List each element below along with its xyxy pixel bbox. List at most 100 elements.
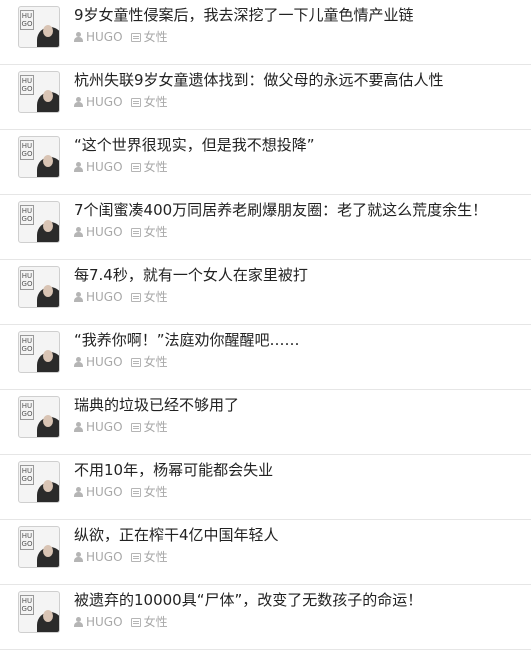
hugo-logo: HUGO [20, 595, 34, 615]
avatar: HUGO [18, 71, 60, 113]
author-name[interactable]: HUGO [86, 549, 123, 565]
author-name[interactable]: HUGO [86, 94, 123, 110]
avatar: HUGO [18, 591, 60, 633]
avatar: HUGO [18, 461, 60, 503]
person-face [43, 90, 53, 102]
article-title[interactable]: 纵欲，正在榨干4亿中国年轻人 [74, 524, 279, 546]
article-title[interactable]: 瑞典的垃圾已经不够用了 [74, 394, 239, 416]
author-name[interactable]: HUGO [86, 484, 123, 500]
category-label[interactable]: 女性 [144, 484, 168, 500]
list-icon [130, 97, 141, 107]
person-face [43, 220, 53, 232]
article-meta: HUGO 女性 [74, 419, 168, 435]
author-name[interactable]: HUGO [86, 419, 123, 435]
list-item[interactable]: HUGO 9岁女童性侵案后，我去深挖了一下儿童色情产业链 HUGO 女性 [0, 0, 531, 65]
article-meta: HUGO 女性 [74, 549, 168, 565]
user-icon [74, 487, 83, 497]
author-name[interactable]: HUGO [86, 159, 123, 175]
list-item[interactable]: HUGO 瑞典的垃圾已经不够用了 HUGO 女性 [0, 390, 531, 455]
article-list: HUGO 9岁女童性侵案后，我去深挖了一下儿童色情产业链 HUGO 女性 HUG… [0, 0, 531, 650]
author-name[interactable]: HUGO [86, 354, 123, 370]
article-title[interactable]: 7个闺蜜凑400万同居养老刷爆朋友圈：老了就这么荒度余生！ [74, 199, 487, 221]
list-item[interactable]: HUGO 纵欲，正在榨干4亿中国年轻人 HUGO 女性 [0, 520, 531, 585]
article-title[interactable]: 杭州失联9岁女童遗体找到：做父母的永远不要高估人性 [74, 69, 444, 91]
category-label[interactable]: 女性 [144, 289, 168, 305]
person-face [43, 610, 53, 622]
article-meta: HUGO 女性 [74, 94, 168, 110]
user-icon [74, 32, 83, 42]
user-icon [74, 162, 83, 172]
hugo-logo: HUGO [20, 465, 34, 485]
category-label[interactable]: 女性 [144, 29, 168, 45]
list-item[interactable]: HUGO 每7.4秒，就有一个女人在家里被打 HUGO 女性 [0, 260, 531, 325]
list-item[interactable]: HUGO “我养你啊！”法庭劝你醒醒吧…… HUGO 女性 [0, 325, 531, 390]
article-meta: HUGO 女性 [74, 159, 168, 175]
category-label[interactable]: 女性 [144, 94, 168, 110]
avatar: HUGO [18, 201, 60, 243]
list-item[interactable]: HUGO 7个闺蜜凑400万同居养老刷爆朋友圈：老了就这么荒度余生！ HUGO … [0, 195, 531, 260]
article-meta: HUGO 女性 [74, 354, 168, 370]
author-name[interactable]: HUGO [86, 224, 123, 240]
author-name[interactable]: HUGO [86, 29, 123, 45]
person-face [43, 285, 53, 297]
user-icon [74, 617, 83, 627]
person-face [43, 480, 53, 492]
list-icon [130, 487, 141, 497]
author-name[interactable]: HUGO [86, 289, 123, 305]
hugo-logo: HUGO [20, 205, 34, 225]
article-title[interactable]: 不用10年，杨幂可能都会失业 [74, 459, 273, 481]
article-title[interactable]: “这个世界很现实，但是我不想投降” [74, 134, 315, 156]
hugo-logo: HUGO [20, 10, 34, 30]
article-meta: HUGO 女性 [74, 29, 168, 45]
user-icon [74, 422, 83, 432]
hugo-logo: HUGO [20, 400, 34, 420]
article-title[interactable]: “我养你啊！”法庭劝你醒醒吧…… [74, 329, 300, 351]
list-item[interactable]: HUGO 被遗弃的10000具“尸体”，改变了无数孩子的命运！ HUGO 女性 [0, 585, 531, 650]
category-label[interactable]: 女性 [144, 224, 168, 240]
person-face [43, 545, 53, 557]
category-label[interactable]: 女性 [144, 614, 168, 630]
person-face [43, 155, 53, 167]
hugo-logo: HUGO [20, 140, 34, 160]
list-icon [130, 32, 141, 42]
list-icon [130, 552, 141, 562]
user-icon [74, 357, 83, 367]
article-meta: HUGO 女性 [74, 614, 168, 630]
list-icon [130, 617, 141, 627]
avatar: HUGO [18, 136, 60, 178]
person-face [43, 25, 53, 37]
user-icon [74, 552, 83, 562]
list-icon [130, 422, 141, 432]
article-meta: HUGO 女性 [74, 224, 168, 240]
hugo-logo: HUGO [20, 75, 34, 95]
category-label[interactable]: 女性 [144, 419, 168, 435]
list-icon [130, 292, 141, 302]
hugo-logo: HUGO [20, 530, 34, 550]
avatar: HUGO [18, 396, 60, 438]
category-label[interactable]: 女性 [144, 354, 168, 370]
article-title[interactable]: 被遗弃的10000具“尸体”，改变了无数孩子的命运！ [74, 589, 422, 611]
list-item[interactable]: HUGO 杭州失联9岁女童遗体找到：做父母的永远不要高估人性 HUGO 女性 [0, 65, 531, 130]
person-face [43, 415, 53, 427]
avatar: HUGO [18, 331, 60, 373]
article-meta: HUGO 女性 [74, 289, 168, 305]
article-title[interactable]: 9岁女童性侵案后，我去深挖了一下儿童色情产业链 [74, 4, 414, 26]
avatar: HUGO [18, 526, 60, 568]
category-label[interactable]: 女性 [144, 549, 168, 565]
user-icon [74, 97, 83, 107]
avatar: HUGO [18, 266, 60, 308]
user-icon [74, 292, 83, 302]
article-title[interactable]: 每7.4秒，就有一个女人在家里被打 [74, 264, 308, 286]
hugo-logo: HUGO [20, 270, 34, 290]
category-label[interactable]: 女性 [144, 159, 168, 175]
article-meta: HUGO 女性 [74, 484, 168, 500]
hugo-logo: HUGO [20, 335, 34, 355]
list-icon [130, 357, 141, 367]
list-icon [130, 162, 141, 172]
list-item[interactable]: HUGO “这个世界很现实，但是我不想投降” HUGO 女性 [0, 130, 531, 195]
author-name[interactable]: HUGO [86, 614, 123, 630]
user-icon [74, 227, 83, 237]
person-face [43, 350, 53, 362]
list-item[interactable]: HUGO 不用10年，杨幂可能都会失业 HUGO 女性 [0, 455, 531, 520]
list-icon [130, 227, 141, 237]
